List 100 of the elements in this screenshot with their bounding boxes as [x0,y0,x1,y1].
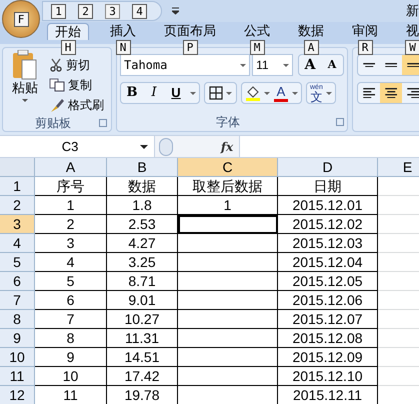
row-header[interactable]: 7 [0,291,35,310]
table-cell: 9 [35,348,107,367]
bold-button[interactable]: B [121,83,143,103]
ribbon-tab[interactable]: 开始 [47,23,89,40]
scissors-icon [50,58,62,72]
align-bottom-icon [406,62,419,68]
office-button[interactable]: F [2,0,40,38]
table-cell: 3.25 [107,253,178,272]
window-title: 新 [406,2,419,20]
underline-button[interactable]: U [165,83,187,103]
grow-font-button[interactable]: A [299,55,321,75]
cut-button[interactable]: 剪切 [49,56,104,74]
color-bar-icon [274,98,288,102]
table-cell: 1 [35,196,107,215]
align-middle-icon [384,62,398,68]
group-label: 剪贴板 [34,115,72,132]
italic-button[interactable]: I [143,83,165,103]
dialog-launcher-icon[interactable] [99,119,107,127]
align-button[interactable] [380,83,402,103]
keytip: R [358,40,372,55]
align-top-icon [362,62,376,68]
keytip: M [250,40,264,55]
table-cell: 19.78 [107,386,178,404]
table-cell: 8 [35,329,107,348]
table-cell: 2015.12.10 [278,367,378,386]
table-cell: 2015.12.11 [278,386,378,404]
caret-icon [140,144,148,148]
table-cell: 17.42 [107,367,178,386]
paste-button[interactable]: 粘贴 [7,50,43,114]
row-header[interactable]: 1 [0,177,35,196]
keytip: 4 [132,4,147,18]
table-cell: 10.27 [107,310,178,329]
column-header[interactable]: A [35,158,107,176]
formula-input[interactable] [239,136,419,157]
caret-icon [22,99,28,102]
align-center-icon [384,88,398,98]
table-cell: 10 [35,367,107,386]
table-cell: 8.71 [107,272,178,291]
keytip: 2 [78,4,93,18]
table-cell: 9.01 [107,291,178,310]
table-cell: 4 [35,253,107,272]
caret-icon [190,92,196,94]
row-header[interactable]: 11 [0,367,35,386]
keytip: 3 [105,4,120,18]
row-header[interactable]: 9 [0,329,35,348]
row-header[interactable]: 4 [0,234,35,253]
clipboard-icon [12,50,38,80]
keytip: H [60,40,76,55]
column-header[interactable]: C [178,158,278,176]
font-size-field[interactable]: 11 [252,54,293,76]
table-cell: 11.31 [107,329,178,348]
fill-color-icon[interactable] [245,85,261,101]
copy-icon [49,78,65,92]
insert-function-button[interactable]: fx [215,136,239,156]
table-cell: 7 [35,310,107,329]
group-label: 字体 [215,114,241,131]
row-header[interactable]: 6 [0,272,35,291]
copy-button[interactable]: 复制 [49,76,104,94]
customize-dropdown-icon[interactable] [172,7,179,15]
borders-icon[interactable] [209,86,223,100]
table-cell: 5 [35,272,107,291]
row-header[interactable]: 10 [0,348,35,367]
column-header[interactable]: D [278,158,378,176]
caret-icon [240,64,246,66]
ribbon-tab[interactable]: 数据 [291,23,331,40]
formula-bar-handle-icon[interactable] [159,138,173,156]
table-cell: 日期 [278,177,378,196]
ribbon-tab[interactable]: 视 [399,23,419,40]
row-header[interactable]: 2 [0,196,35,215]
table-cell: 4.27 [107,234,178,253]
dialog-launcher-icon[interactable] [336,118,344,126]
table-cell: 11 [35,386,107,404]
name-box[interactable]: C3 [0,136,155,157]
ribbon-tab[interactable]: 插入 [103,23,143,40]
row-header[interactable]: 12 [0,386,35,404]
table-cell: 6 [35,291,107,310]
table-cell: 2015.12.07 [278,310,378,329]
table-cell: 2015.12.09 [278,348,378,367]
ribbon-tab[interactable]: 审阅 [345,23,385,40]
table-cell: 2 [35,215,107,234]
table-cell: 2015.12.08 [278,329,378,348]
table-cell: 3 [35,234,107,253]
shrink-font-button[interactable]: A [321,55,343,75]
row-header[interactable]: 5 [0,253,35,272]
ribbon-tab[interactable]: 页面布局 [157,23,223,40]
table-cell: 1.8 [107,196,178,215]
ribbon-tab[interactable]: 公式 [237,23,277,40]
table-cell: 14.51 [107,348,178,367]
font-name-field[interactable]: Tahoma [120,54,250,76]
table-cell: 1 [178,196,278,215]
column-header[interactable]: E [378,158,419,176]
keytip: F [14,12,28,26]
table-cell: 2015.12.06 [278,291,378,310]
caret-icon [264,92,270,94]
table-cell: 2015.12.05 [278,272,378,291]
row-header[interactable]: 3 [0,215,35,234]
align-button[interactable] [402,55,419,75]
caret-icon [326,92,332,94]
row-header[interactable]: 8 [0,310,35,329]
painter-button[interactable]: 格式刷 [49,96,104,114]
